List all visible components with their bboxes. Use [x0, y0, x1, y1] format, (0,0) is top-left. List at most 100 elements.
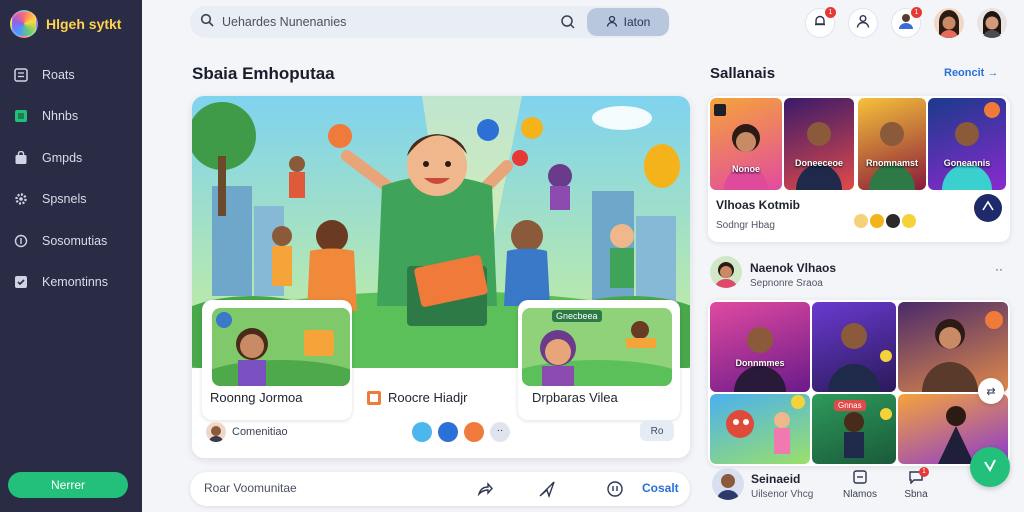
channel-meta: Sepnonre Sraoa — [750, 278, 823, 289]
brand[interactable]: Hlgeh sytkt — [10, 10, 121, 38]
sidebar-item-4[interactable]: Spsnels — [0, 179, 142, 221]
page-title: Sbaia Emhoputaa — [192, 64, 335, 83]
thumbnail-label: Nonoe — [732, 164, 760, 174]
check-icon — [981, 456, 999, 479]
notification-badge: 1 — [825, 7, 836, 18]
emoji-icon[interactable] — [606, 480, 624, 498]
send-icon[interactable] — [538, 480, 556, 499]
expand-button[interactable]: ⇄ — [978, 378, 1004, 404]
search-action-button[interactable]: Iaton — [587, 8, 669, 36]
video-title: Vlhoas Kotmib — [716, 198, 801, 212]
sub-card-3[interactable]: Gnecbeea Drpbaras Vilea — [518, 300, 680, 420]
gear-icon — [14, 192, 28, 206]
notifications-button[interactable]: 1 — [805, 7, 836, 38]
play-button[interactable] — [974, 194, 1002, 222]
brand-logo-icon — [10, 10, 38, 38]
sub-card-2[interactable]: Roocre Hiadjr — [356, 300, 516, 420]
video-thumbnail[interactable] — [710, 394, 810, 464]
reaction-count-chip[interactable]: Ro — [640, 421, 674, 441]
person-icon — [856, 14, 870, 33]
profile-button[interactable] — [848, 8, 878, 38]
see-all-label: Reoncit — [944, 67, 985, 79]
avatar[interactable] — [934, 8, 964, 38]
bell-icon — [813, 14, 827, 33]
share-icon[interactable] — [476, 480, 494, 498]
video-grid-card: Donnmmes Gnnas ⇄ — [708, 300, 1010, 466]
search-icon — [200, 13, 214, 32]
feature-card[interactable]: Roonng Jormoa Roocre Hiadjr Gnecbeea Drp… — [192, 96, 690, 458]
sidebar-item-2[interactable]: Nhnbs — [0, 96, 142, 138]
more-reactions-icon[interactable]: ·· — [490, 422, 510, 442]
swap-icon: ⇄ — [986, 385, 996, 398]
sub-card-thumbnail: Gnecbeea — [522, 308, 672, 386]
video-thumbnail[interactable]: Gnnas — [812, 394, 896, 464]
composer-input[interactable] — [204, 481, 454, 495]
more-options-icon[interactable]: ·· — [995, 262, 1003, 276]
creator-avatar[interactable] — [712, 468, 744, 500]
sub-card-label: Roonng Jormoa — [210, 390, 303, 405]
video-thumbnail[interactable]: Rnomnamst — [858, 98, 926, 190]
thumbnail-label: Doneeceoe — [794, 158, 844, 168]
video-thumbnail[interactable] — [812, 302, 896, 392]
tab-chat[interactable]: 1 Sbna — [900, 467, 932, 500]
user-icon — [606, 15, 618, 30]
document-icon — [366, 390, 382, 411]
search-bar: Iaton — [190, 6, 670, 38]
avatar[interactable] — [977, 8, 1007, 38]
video-thumbnail[interactable]: Goneannis — [928, 98, 1006, 190]
sidebar-item-label: Nhnbs — [42, 109, 79, 124]
sidebar-item-6[interactable]: Kemontinns — [0, 262, 142, 304]
video-thumbnail[interactable]: Nonoe — [710, 98, 782, 190]
search-input[interactable] — [222, 15, 572, 29]
sidebar-primary-button[interactable]: Nerrer — [8, 472, 128, 498]
composer: Cosalt — [190, 472, 690, 506]
sidebar-item-5[interactable]: Sosomutias — [0, 220, 142, 262]
love-icon[interactable] — [438, 422, 458, 442]
checkbox-icon — [14, 275, 28, 289]
author-name: Comenitiao — [232, 426, 288, 438]
reaction-icons — [854, 214, 916, 228]
chat-icon: 1 — [908, 467, 929, 489]
see-all-link[interactable]: Reoncit → — [944, 67, 998, 79]
overlay-label: Gnecbeea — [552, 310, 602, 322]
post-button[interactable]: Cosalt — [642, 481, 679, 495]
video-thumbnail[interactable]: Donnmmes — [710, 302, 810, 392]
video-meta: Sodngr Hbag — [716, 220, 775, 231]
compose-fab-button[interactable] — [970, 447, 1010, 487]
thumbnail-label: Rnomnamst — [865, 158, 918, 168]
search-voice-icon[interactable] — [560, 14, 576, 30]
video-thumbnail[interactable]: Doneeceoe — [784, 98, 854, 190]
sub-card-thumbnail — [212, 308, 350, 386]
sidebar-item-label: Kemontinns — [42, 275, 109, 290]
like-icon[interactable] — [412, 422, 432, 442]
sidebar-item-1[interactable]: Roats — [0, 54, 142, 96]
messages-button[interactable]: 1 — [891, 7, 922, 38]
chat-badge: 1 — [919, 467, 929, 477]
creator-meta: Uilsenor Vhcg — [751, 489, 814, 500]
arrow-right-icon: → — [987, 67, 999, 79]
author-avatar[interactable] — [206, 422, 226, 442]
message-badge: 1 — [911, 7, 922, 18]
sidebar-item-label: Spsnels — [42, 192, 87, 207]
sidebar-item-label: Sosomutias — [42, 233, 108, 248]
sidebar-item-3[interactable]: Gmpds — [0, 137, 142, 179]
thumbnail-label: Donnmmes — [735, 358, 785, 368]
check-icon — [981, 199, 995, 218]
sub-card-1[interactable]: Roonng Jormoa — [202, 300, 352, 420]
channel-avatar[interactable] — [710, 256, 742, 288]
sub-card-label: Drpbaras Vilea — [532, 390, 618, 405]
tab-label: Sbna — [904, 489, 928, 500]
video-card[interactable]: Nonoe Doneeceoe Rnomnamst Goneannis Vlho… — [708, 96, 1010, 242]
creator-title: Seinaeid — [751, 472, 801, 486]
tab-videos[interactable]: Nlamos — [842, 470, 878, 500]
sidebar-item-label: Roats — [42, 67, 75, 82]
right-section-title: Sallanais — [710, 65, 776, 82]
sidebar-item-label: Gmpds — [42, 150, 83, 165]
laugh-icon[interactable] — [464, 422, 484, 442]
bag-icon — [14, 150, 28, 165]
search-action-label: Iaton — [623, 15, 651, 29]
brand-name: Hlgeh sytkt — [46, 16, 122, 32]
thumbnail-label: Goneannis — [943, 158, 991, 168]
channel-title: Naenok Vlhaos — [750, 261, 837, 275]
tab-label: Nlamos — [843, 489, 877, 500]
